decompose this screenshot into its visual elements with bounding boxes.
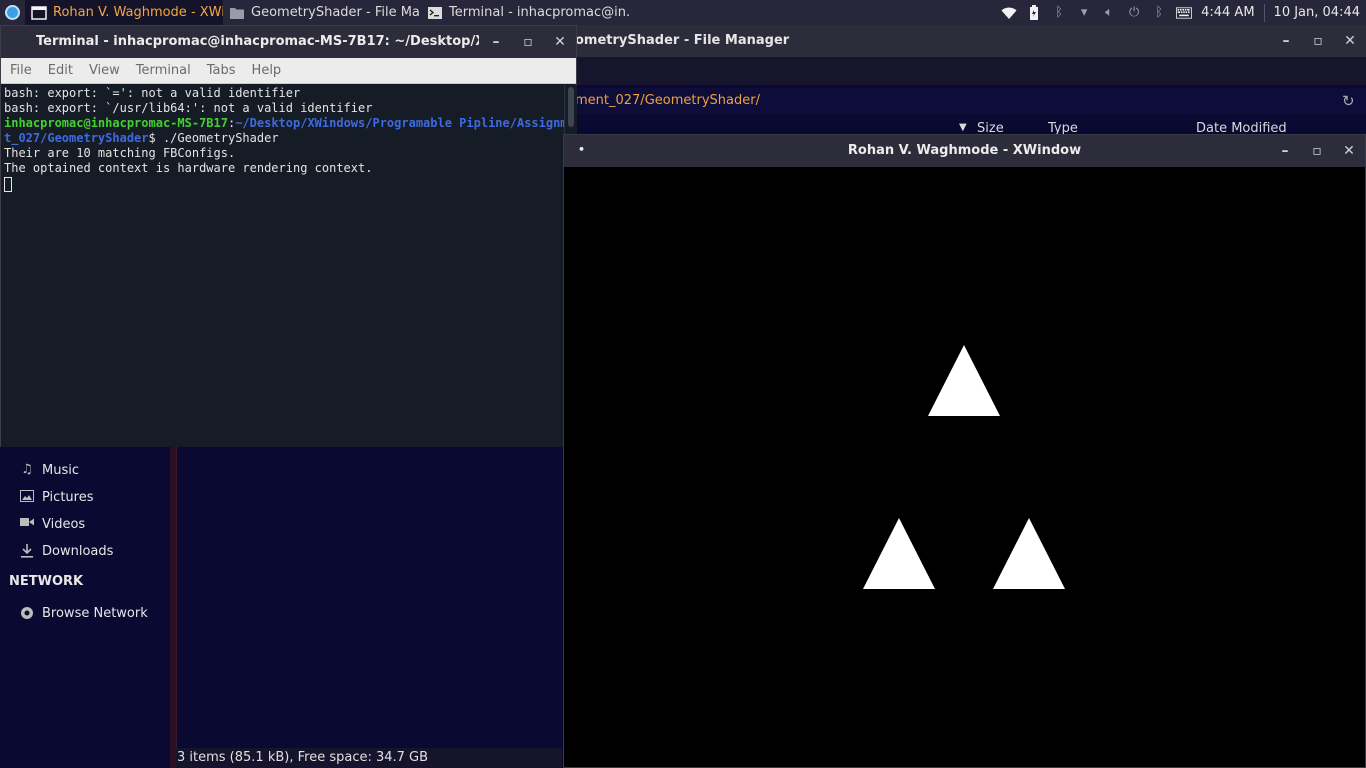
sidebar-item-label: Pictures — [42, 489, 94, 505]
xwindow: • Rohan V. Waghmode - XWindow – ▫ ✕ — [563, 134, 1366, 768]
window-title: Rohan V. Waghmode - XWindow — [847, 143, 1082, 158]
minimize-button[interactable]: – — [1275, 141, 1295, 161]
close-button[interactable]: ✕ — [550, 32, 570, 52]
battery-icon[interactable] — [1026, 4, 1042, 21]
clock[interactable]: 4:44 AM — [1201, 5, 1254, 20]
menu-terminal[interactable]: Terminal — [127, 63, 198, 78]
refresh-icon[interactable]: ↻ — [1342, 92, 1360, 110]
menu-view[interactable]: View — [80, 63, 127, 78]
bluetooth-icon[interactable]: ᛒ — [1051, 5, 1067, 21]
sidebar-item-videos[interactable]: Videos — [20, 513, 85, 535]
sidebar-item-label: Browse Network — [42, 605, 148, 621]
xwindow-titlebar[interactable]: • Rohan V. Waghmode - XWindow – ▫ ✕ — [564, 135, 1365, 167]
terminal-output[interactable]: bash: export: `=': not a valid identifie… — [1, 85, 564, 447]
terminal-line: bash: export: `=': not a valid identifie… — [4, 86, 301, 100]
app-menu-button[interactable] — [0, 0, 25, 25]
window-title: Terminal - inhacpromac@inhacpromac-MS-7B… — [36, 34, 479, 49]
minimize-button[interactable]: – — [486, 32, 506, 52]
triangle-bottom-left — [863, 518, 935, 589]
sidebar-item-label: Downloads — [42, 543, 114, 559]
system-tray: ᛒ ▾ 🔈︎ ⏻ ᛒ 4:44 AM 10 Jan, 04:44 — [1001, 0, 1366, 25]
prompt-user: inhacpromac@inhacpromac-MS-7B17 — [4, 116, 228, 130]
prompt-path: ~/Desktop/XWindows/Programable Pipline/A… — [235, 116, 564, 130]
sidebar-item-label: Music — [42, 462, 79, 478]
window-icon — [31, 5, 47, 20]
bluetooth-manager-icon[interactable]: ᛒ — [1151, 5, 1167, 21]
network-icon — [20, 606, 34, 620]
location-path: ment_027/GeometryShader/ — [575, 93, 760, 108]
scrollbar-thumb[interactable] — [568, 87, 574, 127]
taskbar-item-xwindow[interactable]: Rohan V. Waghmode - XWi... — [25, 0, 223, 25]
maximize-button[interactable]: ▫ — [1307, 141, 1327, 161]
maximize-button[interactable]: ▫ — [518, 32, 538, 52]
pictures-icon — [20, 490, 34, 504]
text-cursor — [4, 177, 12, 192]
terminal-cursor-line — [4, 176, 561, 192]
terminal-prompt-line: inhacpromac@inhacpromac-MS-7B17:~/Deskto… — [4, 116, 564, 131]
taskbar-item-label: Rohan V. Waghmode - XWi... — [53, 5, 223, 20]
window-title: ometryShader - File Manager — [575, 33, 790, 48]
file-list-area[interactable] — [176, 446, 562, 748]
sidebar-item-browse-network[interactable]: Browse Network — [20, 602, 148, 624]
videos-icon — [20, 517, 34, 531]
maximize-button[interactable]: ▫ — [1308, 31, 1328, 51]
terminal-prompt-line-wrap: t_027/GeometryShader$ ./GeometryShader — [4, 131, 561, 146]
terminal-titlebar[interactable]: Terminal - inhacpromac@inhacpromac-MS-7B… — [1, 26, 576, 58]
terminal-icon — [428, 6, 442, 19]
downloads-icon — [20, 544, 34, 558]
taskbar-item-file-manager[interactable]: GeometryShader - File Ma... — [223, 0, 421, 25]
terminal-line: Their are 10 matching FBConfigs. — [4, 146, 236, 160]
sort-arrow-icon[interactable]: ▼ — [959, 122, 967, 133]
terminal-window: Terminal - inhacpromac@inhacpromac-MS-7B… — [0, 25, 577, 447]
power-icon[interactable]: ⏻ — [1126, 5, 1142, 21]
sidebar-item-downloads[interactable]: Downloads — [20, 540, 113, 562]
music-icon: ♫ — [21, 462, 33, 477]
sidebar-item-pictures[interactable]: Pictures — [20, 486, 93, 508]
top-panel: Rohan V. Waghmode - XWi... GeometryShade… — [0, 0, 1366, 25]
menu-help[interactable]: Help — [243, 63, 289, 78]
taskbar-item-terminal[interactable]: Terminal - inhacpromac@in... — [421, 0, 631, 25]
sidebar-heading-network: NETWORK — [9, 574, 84, 589]
app-menu-icon — [5, 5, 20, 20]
tray-separator — [1263, 3, 1265, 22]
close-button[interactable]: ✕ — [1339, 141, 1359, 161]
terminal-line: bash: export: `/usr/lib64:': not a valid… — [4, 101, 373, 115]
menu-tabs[interactable]: Tabs — [198, 63, 243, 78]
folder-icon — [230, 7, 244, 19]
terminal-line: The optained context is hardware renderi… — [4, 161, 373, 175]
prompt-command: $ ./GeometryShader — [148, 131, 279, 145]
minimize-button[interactable]: – — [1276, 31, 1296, 51]
terminal-menubar: File Edit View Terminal Tabs Help — [1, 58, 576, 84]
taskbar-item-label: GeometryShader - File Ma... — [251, 5, 421, 20]
network-status-icon[interactable]: ▾ — [1076, 5, 1092, 21]
status-bar: 3 items (85.1 kB), Free space: 34.7 GB — [176, 748, 562, 768]
volume-icon[interactable]: 🔈︎ — [1101, 5, 1117, 21]
sidebar-item-label: Videos — [42, 516, 86, 532]
triangle-bottom-right — [993, 518, 1065, 589]
triangle-top — [928, 345, 1000, 416]
keyboard-icon[interactable] — [1176, 5, 1193, 21]
menu-file[interactable]: File — [1, 63, 39, 78]
taskbar-item-label: Terminal - inhacpromac@in... — [449, 5, 631, 20]
menu-edit[interactable]: Edit — [39, 63, 80, 78]
close-button[interactable]: ✕ — [1340, 31, 1360, 51]
prompt-path: t_027/GeometryShader — [4, 131, 149, 145]
opengl-render-area[interactable] — [564, 167, 1365, 767]
location-bar[interactable]: ment_027/GeometryShader/ ↻ — [575, 88, 1366, 114]
wifi-icon[interactable] — [1001, 5, 1017, 21]
rendered-scene — [863, 345, 1065, 589]
file-manager-sidebar: ♫ Music Pictures Videos Downloads NETWOR… — [0, 420, 175, 768]
date[interactable]: 10 Jan, 04:44 — [1274, 5, 1360, 20]
sidebar-item-music[interactable]: ♫ Music — [20, 459, 79, 481]
